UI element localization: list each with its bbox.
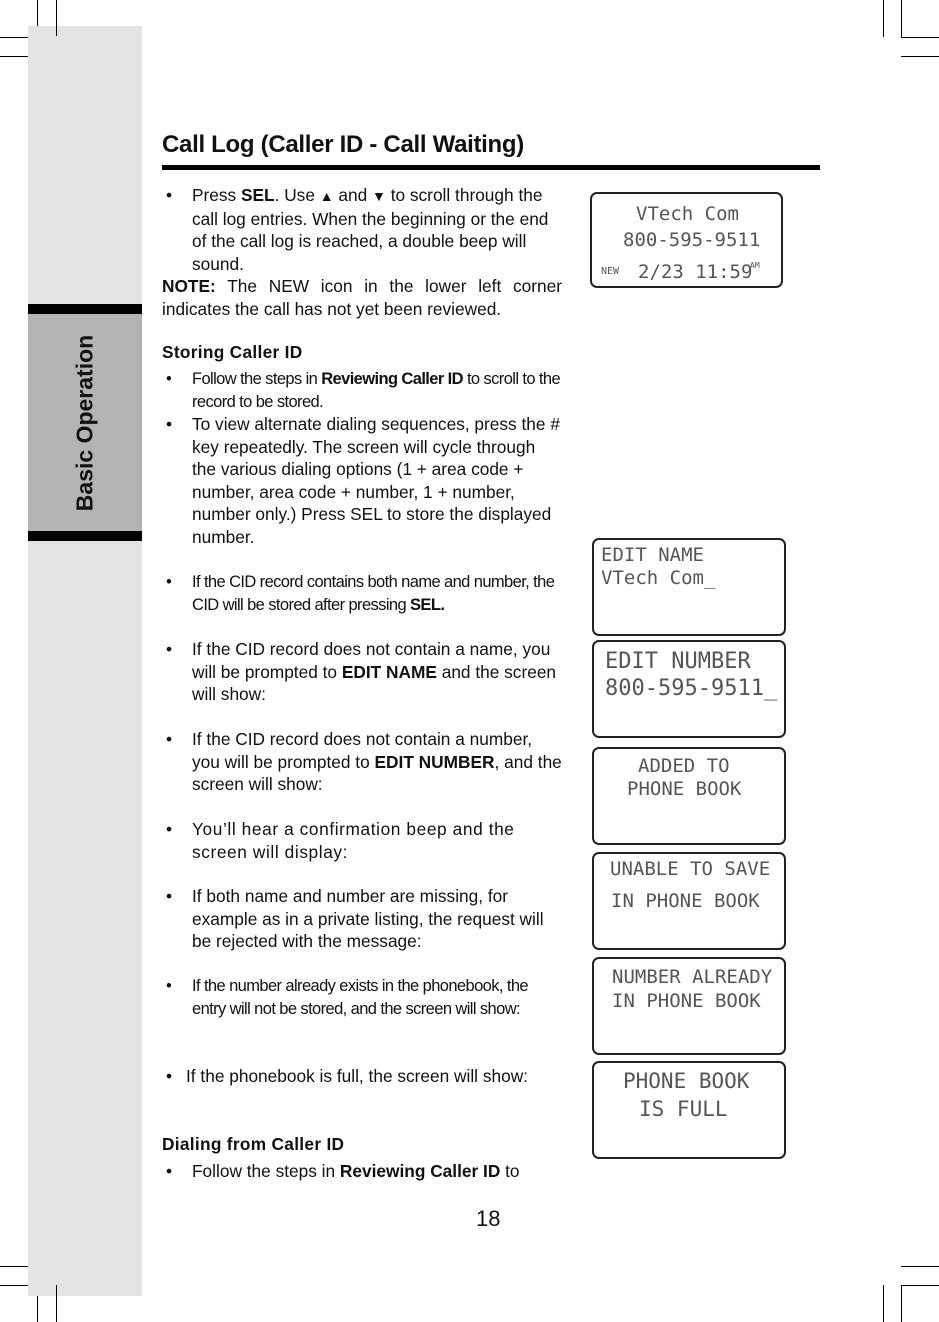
note: NOTE: The NEW icon in the lower left cor…	[162, 276, 562, 319]
lcd-datetime: 2/23 11:59	[638, 261, 753, 283]
lcd-edit-name: EDIT NAME VTech Com_	[592, 538, 786, 636]
bullet: •	[166, 185, 173, 205]
lcd-unable: UNABLE TO SAVE IN PHONE BOOK	[592, 852, 786, 950]
crop-mark	[901, 1266, 939, 1267]
section-heading-storing: Storing Caller ID	[162, 342, 303, 362]
tab-bottom-bar	[28, 531, 142, 541]
lcd-edit-number: EDIT NUMBER 800-595-9511_	[592, 640, 786, 738]
storing-bullet-5: • If the CID record does not contain a nu…	[166, 729, 562, 794]
intro-bullet: • Press SEL. Use ▲ and ▼ to scroll throu…	[162, 185, 562, 319]
crop-mark	[56, 1285, 57, 1322]
lcd-call-entry: VTech Com 800-595-9511 NEW 2/23 11:59 AM	[590, 192, 783, 288]
storing-bullet-3: • If the CID record contains both name an…	[166, 573, 555, 614]
storing-bullet-6: • You’ll hear a confirmation beep and the…	[166, 819, 515, 862]
crop-mark	[901, 0, 902, 38]
tab-top-bar	[28, 304, 142, 314]
crop-mark	[901, 37, 939, 38]
crop-mark	[901, 1285, 902, 1322]
dialing-bullet-1: • Follow the steps in Reviewing Caller ID…	[166, 1161, 520, 1181]
side-margin-panel	[28, 26, 142, 1296]
down-arrow-icon: ▼	[372, 188, 386, 204]
lcd-new-flag: NEW	[601, 266, 620, 277]
crop-mark	[56, 0, 57, 36]
crop-mark	[883, 1285, 884, 1322]
crop-mark	[901, 1285, 939, 1286]
section-heading-dialing: Dialing from Caller ID	[162, 1134, 345, 1154]
crop-mark	[883, 0, 884, 37]
storing-bullet-7: • If both name and number are missing, fo…	[166, 886, 544, 951]
storing-bullet-8: • If the number already exists in the pho…	[166, 977, 529, 1018]
lcd-ampm: AM	[750, 261, 760, 270]
lcd-full: PHONE BOOK IS FULL	[592, 1061, 786, 1159]
storing-bullet-4: • If the CID record does not contain a na…	[166, 639, 557, 704]
lcd-caller-name: VTech Com	[636, 203, 739, 225]
crop-mark	[901, 56, 939, 57]
up-arrow-icon: ▲	[319, 188, 334, 204]
storing-bullet-9: • If the phonebook is full, the screen wi…	[166, 1066, 528, 1086]
section-tab-label: Basic Operation	[71, 334, 98, 512]
lcd-added: ADDED TO PHONE BOOK	[592, 747, 786, 845]
page-title: Call Log (Caller ID - Call Waiting)	[162, 131, 524, 158]
lcd-caller-number: 800-595-9511	[623, 229, 761, 251]
storing-bullet-1: • Follow the steps in Reviewing Caller ID…	[166, 370, 561, 411]
lcd-already: NUMBER ALREADY IN PHONE BOOK	[592, 957, 786, 1055]
title-rule	[162, 165, 820, 170]
storing-bullet-2: • To view alternate dialing sequences, pr…	[166, 414, 560, 547]
page-number: 18	[476, 1206, 501, 1231]
